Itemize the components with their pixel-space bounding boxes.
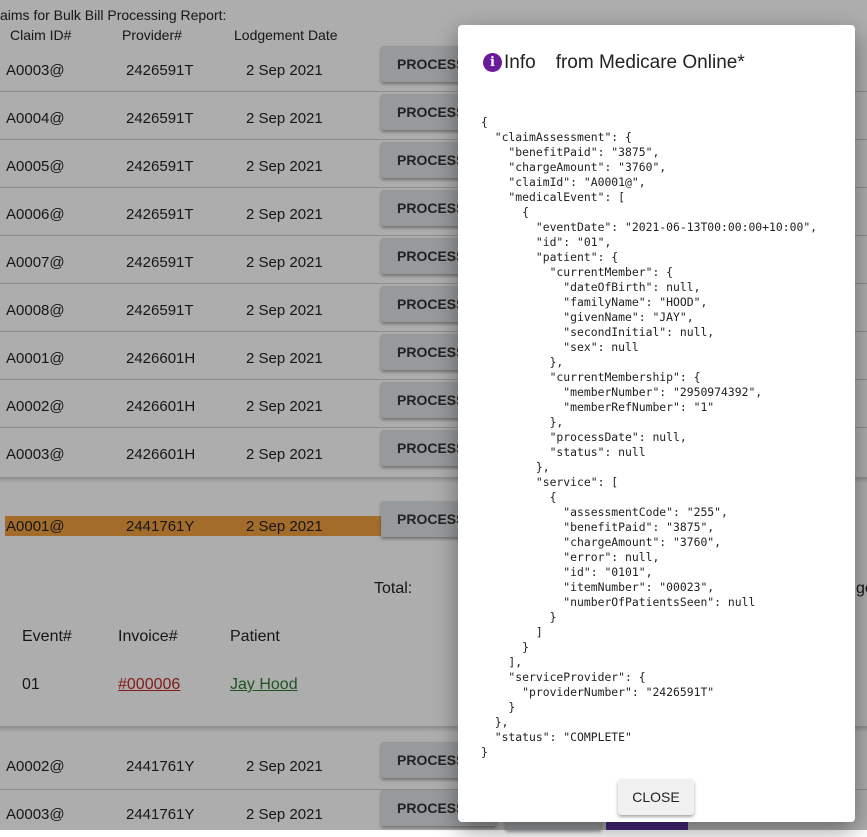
info-dialog: i Info from Medicare Online* { "claimAsses… bbox=[458, 25, 855, 822]
dialog-title-source: from Medicare Online* bbox=[555, 52, 745, 73]
json-response-text: { "claimAssessment": { "benefitPaid": "3… bbox=[481, 115, 818, 759]
dialog-title: i Info from Medicare Online* bbox=[483, 52, 745, 74]
dialog-title-info: Info bbox=[504, 52, 536, 73]
info-icon: i bbox=[483, 53, 502, 72]
close-button[interactable]: CLOSE bbox=[618, 779, 694, 815]
